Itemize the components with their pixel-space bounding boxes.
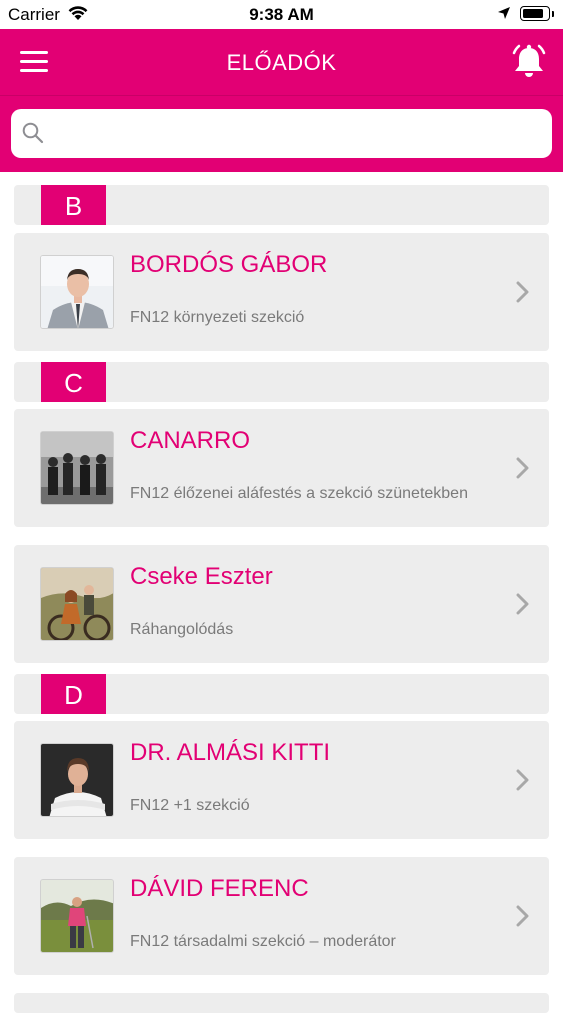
speaker-subtitle: FN12 élőzenei aláfestés a szekció szünet… <box>130 485 468 502</box>
speaker-name: Cseke Eszter <box>130 563 273 590</box>
speaker-subtitle: FN12 környezeti szekció <box>130 309 305 326</box>
location-arrow-icon <box>497 6 511 25</box>
chevron-right-icon <box>516 281 530 308</box>
list-item-cseke-eszter[interactable]: Cseke Eszter Ráhangolódás <box>14 545 549 663</box>
speaker-subtitle: FN12 társadalmi szekció – moderátor <box>130 933 396 950</box>
search-area <box>0 95 563 172</box>
section-header-c: C <box>14 362 549 402</box>
list-item-david-ferenc[interactable]: DÁVID FERENC FN12 társadalmi szekció – m… <box>14 857 549 975</box>
chevron-right-icon <box>516 905 530 932</box>
speaker-name: CANARRO <box>130 427 251 454</box>
list-item-dr-almasi-kitti[interactable]: DR. ALMÁSI KITTI FN12 +1 szekció <box>14 721 549 839</box>
speaker-name: DÁVID FERENC <box>130 875 309 902</box>
chevron-right-icon <box>516 769 530 796</box>
search-input[interactable] <box>55 109 539 160</box>
avatar <box>40 743 114 817</box>
search-box[interactable] <box>11 109 552 160</box>
chevron-right-icon <box>516 457 530 484</box>
section-letter: C <box>41 362 106 402</box>
page-title: ELŐADÓK <box>226 50 337 75</box>
list-item-partial[interactable] <box>14 993 549 1013</box>
list-item-canarro[interactable]: CANARRO FN12 élőzenei aláfestés a szekci… <box>14 409 549 527</box>
list-item-bordos-gabor[interactable]: BORDÓS GÁBOR FN12 környezeti szekció <box>14 233 549 351</box>
speaker-name: BORDÓS GÁBOR <box>130 251 328 278</box>
section-letter: D <box>41 674 106 714</box>
speaker-name: DR. ALMÁSI KITTI <box>130 739 331 766</box>
nav-bar: ELŐADÓK <box>0 29 563 95</box>
avatar <box>40 255 114 329</box>
section-header-d: D <box>14 674 549 714</box>
status-time: 9:38 AM <box>249 5 314 24</box>
section-header-b: B <box>14 185 549 225</box>
status-bar: Carrier 9:38 AM <box>0 0 563 29</box>
bell-icon[interactable] <box>508 43 550 81</box>
battery-level <box>523 9 543 18</box>
battery-icon <box>520 6 550 21</box>
speaker-subtitle: Ráhangolódás <box>130 621 234 638</box>
search-icon <box>22 122 44 149</box>
avatar <box>40 879 114 953</box>
section-letter: B <box>41 185 106 225</box>
avatar <box>40 431 114 505</box>
speaker-subtitle: FN12 +1 szekció <box>130 797 250 814</box>
battery-cap <box>552 11 554 17</box>
avatar <box>40 567 114 641</box>
chevron-right-icon <box>516 593 530 620</box>
